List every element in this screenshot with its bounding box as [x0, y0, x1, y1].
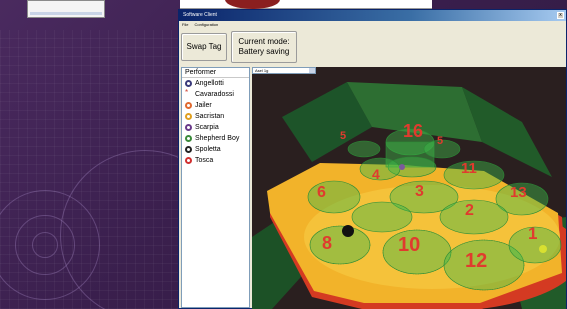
- background-window[interactable]: [27, 0, 105, 18]
- performer-item[interactable]: Scarpia: [182, 122, 249, 133]
- performer-label: Sacristan: [195, 113, 225, 120]
- performer-item[interactable]: Spoletta: [182, 144, 249, 155]
- close-icon[interactable]: x: [557, 12, 564, 19]
- toolbar: Swap Tag Current mode: Battery saving: [181, 30, 297, 65]
- background-application[interactable]: [180, 0, 432, 9]
- performer-label: Shepherd Boy: [195, 135, 240, 142]
- performer-item[interactable]: Tosca: [182, 155, 249, 166]
- zone-label-16: 16: [403, 121, 423, 141]
- star-icon: *: [185, 88, 189, 97]
- zone-label-12: 12: [465, 250, 487, 272]
- circle-icon: [185, 113, 192, 120]
- performer-item[interactable]: Shepherd Boy: [182, 133, 249, 144]
- performer-label: Tosca: [195, 157, 214, 164]
- performer-item[interactable]: Jailer: [182, 100, 249, 111]
- performer-item[interactable]: Angellotti: [182, 78, 249, 89]
- stage-3d-view[interactable]: 16 5 5 4 11 6 3 13 2 8 10 12 1 Asel 1g: [252, 67, 566, 309]
- circle-icon: [185, 80, 192, 87]
- zone-label-8: 8: [322, 233, 332, 253]
- circle-icon: [185, 157, 192, 164]
- window-title: Software Client: [183, 12, 217, 18]
- performer-label: Angellotti: [195, 80, 224, 87]
- menu-configuration[interactable]: Configuration: [194, 21, 218, 28]
- zone-label-5: 5: [340, 130, 346, 142]
- mode-value: Battery saving: [238, 47, 290, 56]
- performer-label: Jailer: [195, 102, 212, 109]
- circle-icon: [185, 146, 192, 153]
- window-titlebar[interactable]: Software Client x: [179, 10, 566, 21]
- menu-bar: File Configuration: [179, 21, 566, 28]
- performer-list: Performer Angellotti * Cavaradossi Jailer Sa…: [181, 67, 250, 308]
- chevron-down-icon[interactable]: [309, 68, 315, 73]
- menu-file[interactable]: File: [182, 21, 188, 28]
- view-selector[interactable]: Asel 1g: [252, 67, 316, 74]
- mode-label: Current mode:: [238, 37, 290, 46]
- software-client-window: Software Client x File Configuration Swa…: [178, 9, 567, 309]
- zone-label-11: 11: [461, 160, 477, 177]
- current-mode-button[interactable]: Current mode: Battery saving: [231, 31, 297, 63]
- performer-item[interactable]: Sacristan: [182, 111, 249, 122]
- circle-icon: [185, 124, 192, 131]
- zone-label-4: 4: [372, 166, 380, 182]
- zone-label-13: 13: [510, 184, 527, 201]
- circle-icon: [185, 102, 192, 109]
- view-selector-value: Asel 1g: [255, 68, 269, 73]
- performer-item[interactable]: * Cavaradossi: [182, 88, 249, 100]
- performer-list-header: Performer: [182, 68, 249, 78]
- desktop-circle-decoration: [32, 232, 58, 258]
- swap-tag-button[interactable]: Swap Tag: [181, 33, 227, 61]
- stage-visualization[interactable]: 16 5 5 4 11 6 3 13 2 8 10 12 1: [252, 67, 566, 309]
- circle-icon: [185, 135, 192, 142]
- zone-label-5b: 5: [437, 135, 443, 147]
- zone-label-6: 6: [317, 184, 326, 201]
- zone-label-10: 10: [398, 234, 420, 256]
- zone-label-2: 2: [465, 202, 474, 219]
- performer-label: Spoletta: [195, 146, 221, 153]
- performer-label: Cavaradossi: [195, 91, 234, 98]
- zone-label-1: 1: [528, 224, 537, 243]
- performer-label: Scarpia: [195, 124, 219, 131]
- zone-label-3: 3: [415, 183, 424, 200]
